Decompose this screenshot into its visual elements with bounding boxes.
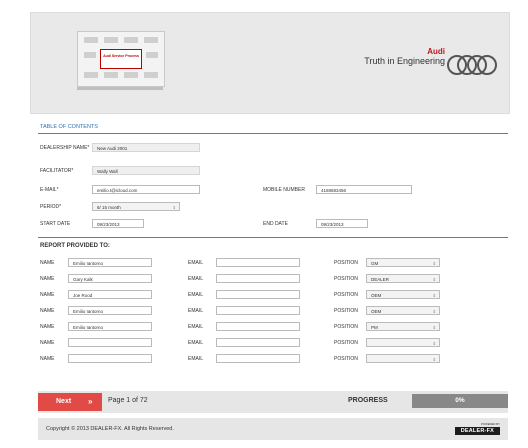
powered-by-text: POWERED BY <box>481 422 500 426</box>
recipient-name-field[interactable]: Emilio Iantorno <box>68 306 152 315</box>
table-of-contents-link[interactable]: TABLE OF CONTENTS <box>40 124 98 130</box>
name-label: NAME <box>40 308 55 314</box>
recipient-email-field[interactable] <box>216 354 300 363</box>
up-down-caret-icon: ⇕ <box>432 261 436 266</box>
up-down-caret-icon: ⇕ <box>432 341 436 346</box>
email-label: E-MAIL* <box>40 187 59 193</box>
position-label: POSITION <box>334 356 358 362</box>
period-select[interactable]: 6/ 15 month ⇕ <box>92 202 180 211</box>
dealer-fx-logo: DEALER-FX <box>454 427 500 435</box>
recipient-email-field[interactable] <box>216 258 300 267</box>
position-select-value: DEALER <box>371 277 390 282</box>
progress-label: PROGRESS <box>348 397 388 404</box>
position-label: POSITION <box>334 340 358 346</box>
next-button-label: Next <box>56 398 72 405</box>
up-down-caret-icon: ⇕ <box>432 325 436 330</box>
position-select-value: OEM <box>371 309 382 314</box>
name-label: NAME <box>40 356 55 362</box>
email-label: EMAIL <box>188 260 204 266</box>
up-down-caret-icon: ⇕ <box>432 357 436 362</box>
name-label: NAME <box>40 276 55 282</box>
brand-tagline: Truth in Engineering <box>364 56 445 66</box>
up-down-caret-icon: ⇕ <box>432 309 436 314</box>
email-label: EMAIL <box>188 308 204 314</box>
recipient-position-select[interactable]: PM ⇕ <box>366 322 440 331</box>
divider-top <box>38 133 508 134</box>
up-down-caret-icon: ⇕ <box>432 293 436 298</box>
name-label: NAME <box>40 324 55 330</box>
position-select-value: GM <box>371 261 379 266</box>
end-date-field[interactable]: 09/23/2013 <box>316 219 368 228</box>
mobile-field[interactable]: 4168683456 <box>316 185 412 194</box>
email-label: EMAIL <box>188 324 204 330</box>
start-date-label: START DATE <box>40 221 71 227</box>
name-label: NAME <box>40 260 55 266</box>
page-frame: Audi Service Process Audi Truth in Engin… <box>20 0 510 448</box>
recipient-name-field[interactable]: Joe Rood <box>68 290 152 299</box>
recipient-email-field[interactable] <box>216 274 300 283</box>
recipient-name-field[interactable] <box>68 354 152 363</box>
diagram-center-box: Audi Service Process <box>100 49 142 69</box>
facilitator-label: FACILITATOR* <box>40 168 74 174</box>
name-label: NAME <box>40 340 55 346</box>
position-label: POSITION <box>334 292 358 298</box>
recipient-position-select[interactable]: ⇕ <box>366 338 440 347</box>
audi-rings-logo-icon <box>447 55 497 75</box>
up-down-caret-icon: ⇕ <box>432 277 436 282</box>
powered-by-block: POWERED BY DEALER-FX <box>454 422 500 435</box>
email-label: EMAIL <box>188 292 204 298</box>
up-down-caret-icon: ⇕ <box>172 205 176 210</box>
dealership-label: DEALERSHIP NAME* <box>40 145 90 151</box>
progress-value: 0% <box>455 397 465 404</box>
diagram-center-text: Audi Service Process <box>103 54 139 58</box>
email-label: EMAIL <box>188 356 204 362</box>
report-section-title: REPORT PROVIDED TO: <box>40 243 110 249</box>
position-label: POSITION <box>334 276 358 282</box>
next-button[interactable]: Next » <box>38 393 102 411</box>
start-date-field[interactable]: 09/23/2013 <box>92 219 144 228</box>
process-diagram-thumbnail: Audi Service Process <box>77 31 165 87</box>
email-field[interactable]: emilio.t@icloud.com <box>92 185 200 194</box>
recipient-name-field[interactable] <box>68 338 152 347</box>
recipient-position-select[interactable]: OEM ⇕ <box>366 290 440 299</box>
brand-block: Audi Truth in Engineering <box>364 47 445 66</box>
recipient-position-select[interactable]: DEALER ⇕ <box>366 274 440 283</box>
facilitator-field[interactable]: Wally Wall <box>92 166 200 175</box>
end-date-label: END DATE <box>263 221 288 227</box>
email-label: EMAIL <box>188 276 204 282</box>
name-label: NAME <box>40 292 55 298</box>
recipient-email-field[interactable] <box>216 322 300 331</box>
period-label: PERIOD* <box>40 204 62 210</box>
recipient-name-field[interactable]: Gary Kalk <box>68 274 152 283</box>
page-indicator: Page 1 of 72 <box>108 397 148 404</box>
recipient-name-field[interactable]: Emilio Iantorno <box>68 322 152 331</box>
header-banner: Audi Service Process Audi Truth in Engin… <box>30 12 510 114</box>
recipient-position-select[interactable]: ⇕ <box>366 354 440 363</box>
brand-name: Audi <box>427 47 445 56</box>
divider-middle <box>38 237 508 238</box>
position-label: POSITION <box>334 308 358 314</box>
double-chevron-right-icon: » <box>88 397 93 406</box>
position-select-value: OEM <box>371 293 382 298</box>
thumbnail-caption <box>77 87 163 90</box>
position-select-value: PM <box>371 325 378 330</box>
navigation-bar: Next » Page 1 of 72 PROGRESS 0% <box>38 391 508 413</box>
recipient-position-select[interactable]: GM ⇕ <box>366 258 440 267</box>
progress-bar: 0% <box>412 394 508 408</box>
footer: Copyright © 2013 DEALER-FX. All Rights R… <box>38 418 508 440</box>
position-label: POSITION <box>334 324 358 330</box>
dealership-field[interactable]: New Audi 2001 <box>92 143 200 152</box>
recipient-position-select[interactable]: OEM ⇕ <box>366 306 440 315</box>
recipient-name-field[interactable]: Emilio Iantorno <box>68 258 152 267</box>
recipient-email-field[interactable] <box>216 306 300 315</box>
copyright-text: Copyright © 2013 DEALER-FX. All Rights R… <box>46 426 174 432</box>
mobile-label: MOBILE NUMBER <box>263 187 305 193</box>
period-select-value: 6/ 15 month <box>97 205 121 210</box>
email-label: EMAIL <box>188 340 204 346</box>
position-label: POSITION <box>334 260 358 266</box>
recipient-email-field[interactable] <box>216 290 300 299</box>
recipient-email-field[interactable] <box>216 338 300 347</box>
